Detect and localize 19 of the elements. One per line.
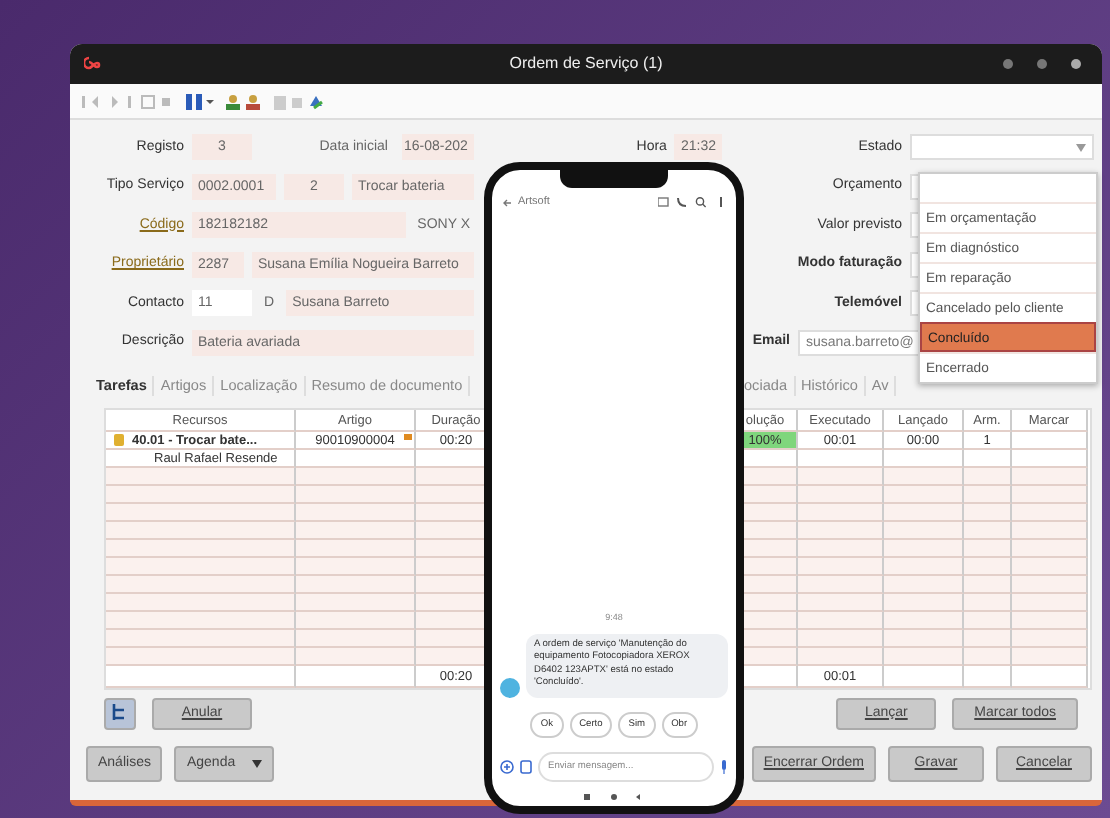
add-icon[interactable]	[500, 759, 514, 774]
empty-cell	[964, 666, 1012, 688]
logo-icon	[84, 56, 102, 70]
back-arrow-icon[interactable]	[502, 197, 512, 208]
avatar-icon	[500, 677, 520, 698]
phone-actions-icon[interactable]	[658, 196, 726, 209]
gallery-icon[interactable]	[520, 759, 532, 774]
flag-icon	[404, 434, 412, 440]
tree-button[interactable]	[104, 698, 136, 730]
phone-notch	[560, 170, 668, 188]
hierarchy-icon	[110, 702, 130, 723]
select-field[interactable]	[910, 134, 1094, 161]
task-icon	[114, 434, 124, 446]
empty-cell	[1012, 666, 1088, 688]
window-controls-icon[interactable]	[1002, 58, 1082, 70]
caret-icon	[251, 760, 262, 768]
caret-icon	[1076, 143, 1086, 152]
microphone-icon[interactable]	[720, 759, 728, 774]
window-title: Ordem de Serviço (1)	[509, 52, 663, 76]
